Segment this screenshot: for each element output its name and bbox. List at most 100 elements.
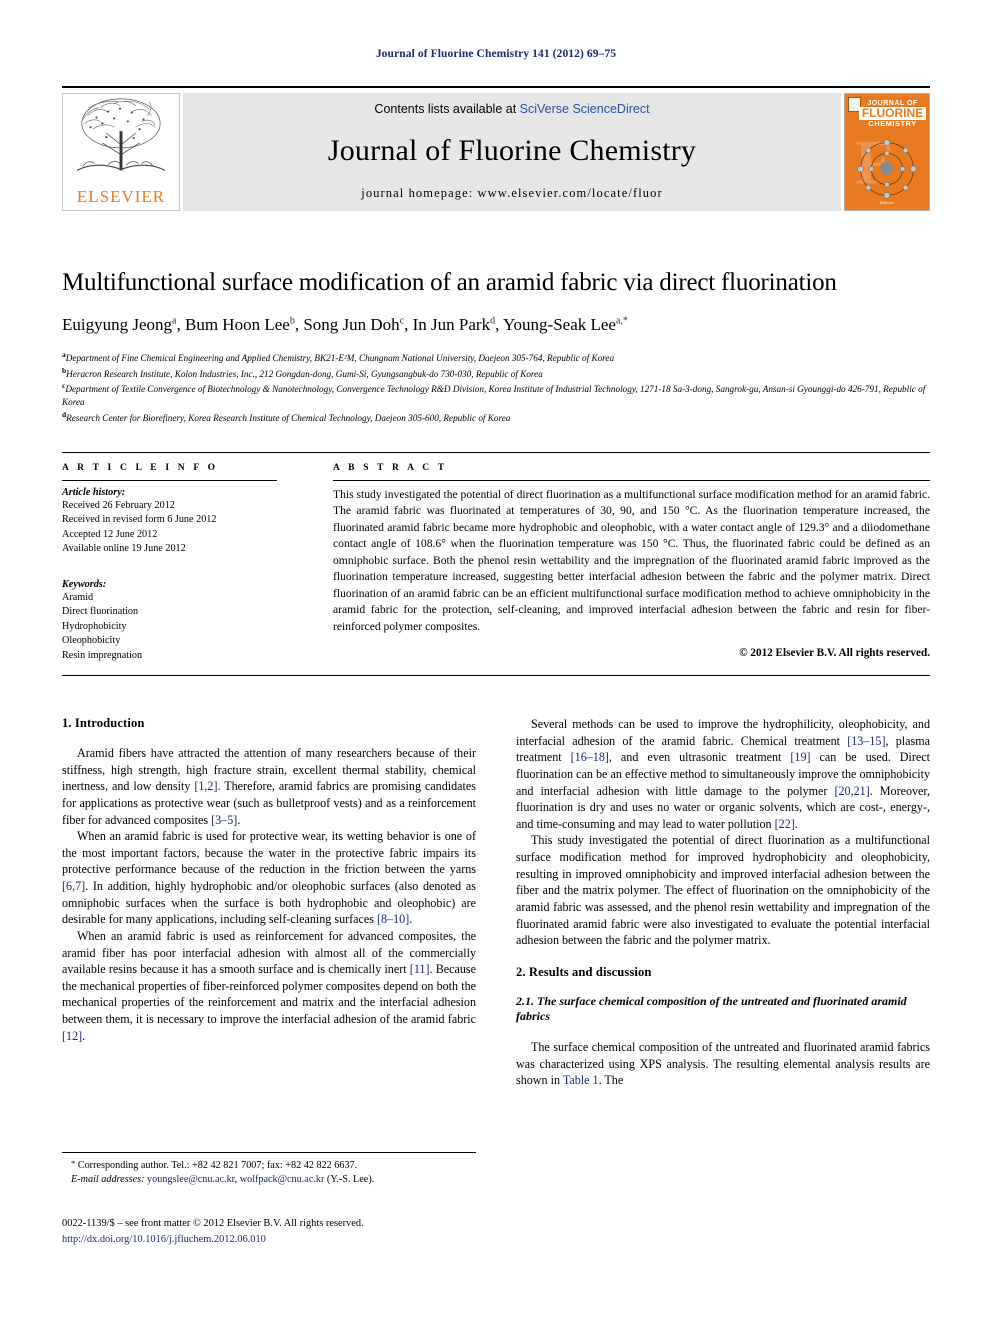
journal-cover-thumbnail[interactable]: F JOURNAL OF FLUORINE CHEMISTRY Elsevier	[844, 93, 930, 211]
author-sup: a	[172, 315, 177, 327]
affiliation-text: Department of Fine Chemical Engineering …	[65, 353, 615, 364]
divider	[333, 480, 930, 481]
contents-available-line: Contents lists available at SciVerse Sci…	[374, 102, 649, 116]
keyword-item: Resin impregnation	[62, 649, 143, 661]
paragraph-text: .	[82, 1028, 86, 1043]
paragraph-text: .	[237, 812, 241, 827]
citation-ref[interactable]: [16–18]	[571, 750, 609, 764]
abstract-heading: A B S T R A C T	[333, 463, 448, 473]
affiliation-text: Heracron Research Institute, Kolon Indus…	[66, 368, 543, 379]
affiliation-item: bHeracron Research Institute, Kolon Indu…	[62, 366, 930, 381]
article-info-heading: A R T I C L E I N F O	[62, 463, 219, 473]
abstract-column: A B S T R A C T This study investigated …	[295, 463, 930, 663]
elsevier-wordmark: ELSEVIER	[76, 187, 166, 206]
history-item: Accepted 12 June 2012	[62, 528, 158, 540]
keyword-item: Aramid	[62, 591, 94, 603]
affiliation-list: aDepartment of Fine Chemical Engineering…	[62, 350, 930, 425]
paragraph-text: , and even ultrasonic treatment	[608, 750, 791, 765]
author-name: Song Jun Doh	[303, 315, 400, 334]
email-link[interactable]: wolfpack@cnu.ac.kr	[240, 1174, 325, 1185]
citation-ref[interactable]: [1,2]	[194, 779, 217, 793]
abstract-copyright: © 2012 Elsevier B.V. All rights reserved…	[739, 647, 930, 660]
citation-ref[interactable]: [3–5]	[211, 813, 237, 827]
keyword-item: Direct fluorination	[62, 606, 139, 618]
journal-masthead: ELSEVIER Contents lists available at Sci…	[62, 86, 930, 211]
sciencedirect-link[interactable]: SciVerse ScienceDirect	[520, 102, 650, 116]
title-block: Multifunctional surface modification of …	[62, 268, 930, 425]
atom-diagram-icon	[857, 139, 917, 199]
table-link[interactable]: Table 1	[563, 1073, 599, 1087]
paragraph-text: .	[409, 912, 413, 927]
paragraph: Aramid fibers have attracted the attenti…	[62, 745, 476, 828]
subsection-heading: 2.1. The surface chemical composition of…	[516, 993, 907, 1024]
masthead-center-panel: Contents lists available at SciVerse Sci…	[183, 93, 841, 211]
affiliation-item: cDepartment of Textile Convergence of Bi…	[62, 381, 930, 410]
email-link[interactable]: youngslee@cnu.ac.kr	[147, 1174, 235, 1185]
paragraph: When an aramid fabric is used for protec…	[62, 828, 476, 928]
email-label: E-mail addresses:	[71, 1174, 145, 1186]
article-info-column: A R T I C L E I N F O Article history: R…	[62, 463, 295, 663]
history-item: Available online 19 June 2012	[62, 543, 186, 555]
corresponding-author-line: * Corresponding author. Tel.: +82 42 821…	[62, 1158, 476, 1173]
keyword-item: Hydrophobicity	[62, 620, 127, 632]
section-heading-introduction: 1. Introduction	[62, 716, 145, 730]
corresponding-author-text: Corresponding author. Tel.: +82 42 821 7…	[77, 1160, 358, 1171]
author-list: Euigyung Jeonga, Bum Hoon Leeb, Song Jun…	[62, 315, 628, 334]
divider	[62, 480, 277, 481]
asterisk-marker: *	[71, 1158, 76, 1168]
paragraph: This study investigated the potential of…	[516, 833, 930, 948]
abstract-text: This study investigated the potential of…	[333, 488, 930, 633]
affiliation-text: Research Center for Biorefinery, Korea R…	[66, 412, 511, 423]
history-item: Received 26 February 2012	[62, 500, 175, 511]
author-sup: d	[490, 315, 496, 327]
article-history-label: Article history:	[62, 487, 126, 498]
cover-footer-text: Elsevier	[879, 200, 895, 206]
paragraph-text: When an aramid fabric is used for protec…	[62, 829, 476, 877]
paragraph: Several methods can be used to improve t…	[516, 716, 930, 832]
author-sup: c	[399, 315, 405, 327]
body-column-right: Several methods can be used to improve t…	[516, 716, 930, 1146]
history-item: Received in revised form 6 June 2012	[62, 514, 217, 526]
cover-title: JOURNAL OF FLUORINE CHEMISTRY	[859, 100, 926, 128]
keywords-label: Keywords:	[62, 578, 107, 590]
cover-title-line3: CHEMISTRY	[868, 118, 917, 128]
paragraph-text: . The	[598, 1073, 624, 1088]
paragraph-text: . In addition, highly hydrophobic and/or…	[62, 879, 476, 927]
corresponding-author-footnote: * Corresponding author. Tel.: +82 42 821…	[62, 1152, 476, 1188]
paragraph-text: .	[794, 816, 798, 831]
elsevier-logo: ELSEVIER	[62, 93, 180, 211]
author-sup: b	[289, 315, 295, 327]
body-columns: 1. Introduction Aramid fibers have attra…	[62, 716, 930, 1146]
citation-ref[interactable]: [8–10]	[377, 912, 409, 926]
journal-title: Journal of Fluorine Chemistry	[327, 134, 697, 167]
email-line: E-mail addresses: youngslee@cnu.ac.kr, w…	[71, 1174, 375, 1186]
citation-ref[interactable]: [13–15]	[847, 734, 885, 748]
citation-ref[interactable]: [20,21]	[834, 784, 869, 798]
paragraph: The surface chemical composition of the …	[516, 1039, 930, 1089]
citation-ref[interactable]: [19]	[790, 750, 810, 764]
section-heading-results: 2. Results and discussion	[516, 964, 652, 979]
issn-copyright-line: 0022-1139/$ – see front matter © 2012 El…	[62, 1218, 364, 1229]
page-title: Multifunctional surface modification of …	[62, 269, 837, 296]
author-name: Bum Hoon Lee	[184, 315, 290, 334]
journal-homepage[interactable]: journal homepage: www.elsevier.com/locat…	[361, 186, 663, 201]
author-name: Young-Seak Lee	[502, 315, 616, 334]
doi-link[interactable]: http://dx.doi.org/10.1016/j.jfluchem.201…	[62, 1232, 522, 1248]
author-name: Euigyung Jeong	[62, 315, 173, 334]
citation-ref[interactable]: [6,7]	[62, 879, 85, 893]
author-sup: a,*	[615, 315, 628, 327]
body-column-left: 1. Introduction Aramid fibers have attra…	[62, 716, 476, 1146]
keywords-block: Keywords: Aramid Direct fluorination Hyd…	[62, 579, 277, 663]
citation-ref[interactable]: [11]	[410, 962, 430, 976]
imprint-block: 0022-1139/$ – see front matter © 2012 El…	[62, 1216, 522, 1247]
keyword-item: Oleophobicity	[62, 635, 121, 647]
affiliation-item: aDepartment of Fine Chemical Engineering…	[62, 350, 930, 365]
paragraph: When an aramid fabric is used as reinfor…	[62, 928, 476, 1044]
citation-ref[interactable]: [12]	[62, 1029, 82, 1043]
citation-ref[interactable]: [22]	[775, 817, 795, 831]
author-name: In Jun Park	[412, 315, 491, 334]
info-abstract-band: A R T I C L E I N F O Article history: R…	[62, 452, 930, 677]
affiliation-item: dResearch Center for Biorefinery, Korea …	[62, 410, 930, 425]
running-head: Journal of Fluorine Chemistry 141 (2012)…	[375, 48, 617, 60]
email-suffix: (Y.-S. Lee).	[326, 1174, 375, 1186]
